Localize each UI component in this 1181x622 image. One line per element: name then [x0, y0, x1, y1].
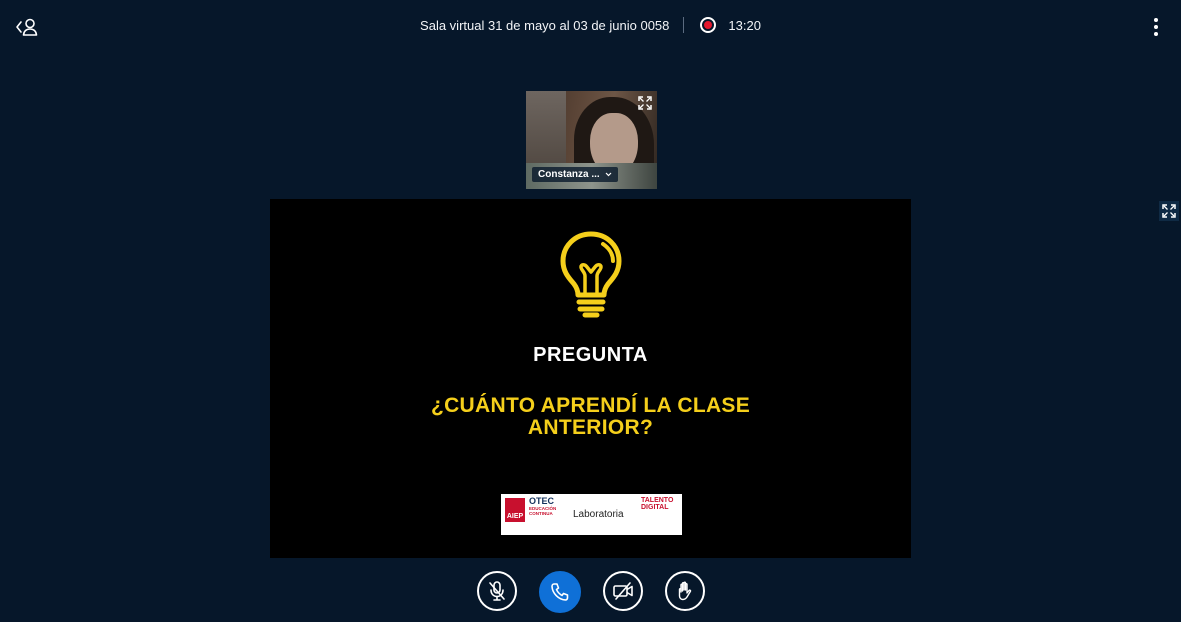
- otec-logo: OTEC EDUCACIÓN CONTINUA: [529, 496, 556, 517]
- camera-toggle-button[interactable]: [603, 571, 643, 611]
- meeting-app: Sala virtual 31 de mayo al 03 de junio 0…: [0, 0, 1181, 622]
- otec-logo-title: OTEC: [529, 496, 555, 506]
- header-divider: [683, 17, 685, 33]
- talento-digital-logo: TALENTO DIGITAL: [641, 497, 673, 511]
- participant-name-tag[interactable]: Constanza ...: [532, 167, 618, 182]
- meeting-timer: 13:20: [728, 17, 761, 33]
- vertical-dots-icon-dot: [1154, 32, 1158, 36]
- aiep-logo: AIEP: [505, 498, 525, 522]
- recording-icon[interactable]: [700, 17, 717, 33]
- otec-logo-sub2: CONTINUA: [529, 511, 553, 516]
- camera-off-icon: [613, 582, 633, 600]
- webcam-video[interactable]: Constanza ...: [526, 91, 657, 189]
- presentation-slide: PREGUNTA ¿CUÁNTO APRENDÍ LA CLASE ANTERI…: [270, 199, 911, 558]
- fullscreen-icon: [1162, 204, 1176, 218]
- top-bar: Sala virtual 31 de mayo al 03 de junio 0…: [0, 0, 1181, 54]
- presentation-fullscreen-button[interactable]: [1159, 201, 1179, 221]
- laboratoria-logo: Laboratoria: [573, 509, 624, 520]
- meeting-title: Sala virtual 31 de mayo al 03 de junio 0…: [420, 17, 670, 33]
- vertical-dots-icon-dot: [1154, 25, 1158, 29]
- slide-question-line1: ¿CUÁNTO APRENDÍ LA CLASE: [430, 394, 751, 417]
- participant-name: Constanza ...: [538, 169, 600, 180]
- phone-icon: [551, 583, 569, 601]
- lightbulb-icon: [560, 231, 622, 318]
- slide-question: ¿CUÁNTO APRENDÍ LA CLASE ANTERIOR?: [270, 395, 911, 439]
- sponsor-logos: AIEP OTEC EDUCACIÓN CONTINUA Laboratoria…: [501, 494, 682, 535]
- mute-button[interactable]: [477, 571, 517, 611]
- talento-logo-line2: DIGITAL: [641, 504, 669, 511]
- fullscreen-icon[interactable]: [637, 95, 653, 111]
- call-controls: [0, 571, 1181, 613]
- raise-hand-button[interactable]: [665, 571, 705, 611]
- chevron-down-icon: [605, 172, 612, 177]
- raise-hand-icon: [678, 581, 692, 601]
- vertical-dots-icon: [1154, 18, 1158, 22]
- microphone-muted-icon: [489, 581, 505, 601]
- slide-heading: PREGUNTA: [533, 344, 648, 366]
- leave-audio-button[interactable]: [539, 571, 581, 613]
- meeting-header: Sala virtual 31 de mayo al 03 de junio 0…: [0, 17, 1181, 33]
- slide-question-line2: ANTERIOR?: [527, 416, 654, 439]
- options-menu-button[interactable]: [1145, 15, 1167, 39]
- talento-logo-line1: TALENTO: [641, 497, 674, 504]
- laboratoria-logo-text: Laboratoria: [573, 509, 624, 520]
